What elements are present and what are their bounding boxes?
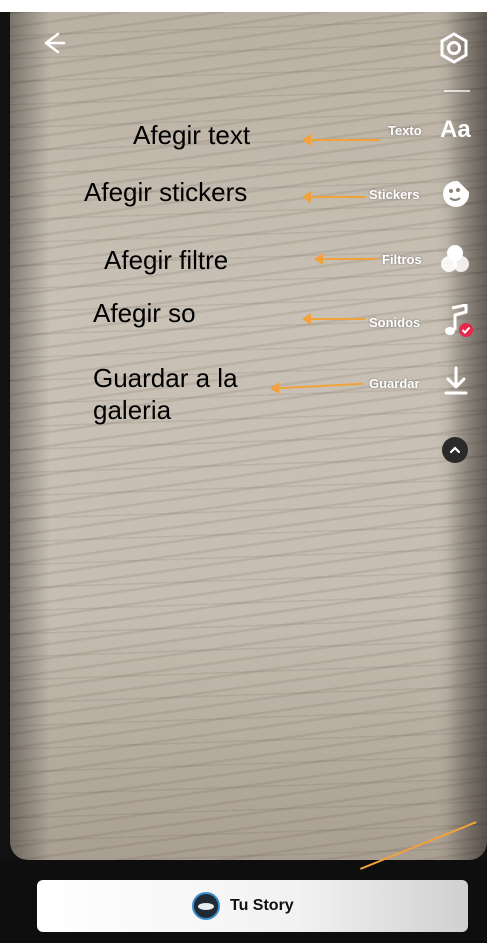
music-note-icon[interactable] [442, 303, 476, 345]
sticker-icon[interactable] [441, 179, 471, 214]
filters-icon[interactable] [439, 243, 471, 280]
your-story-button[interactable]: Tu Story [37, 880, 468, 932]
annotation-add-filter: Afegir filtre [104, 245, 229, 275]
annotation-add-text: Afegir text [133, 120, 251, 150]
app-frame: Texto Aa Stickers Filtros Sonidos Guarda… [0, 0, 487, 943]
menu-label-sonidos[interactable]: Sonidos [369, 315, 420, 330]
collapse-chevron-icon[interactable] [442, 437, 468, 463]
annotation-save-gallery: Guardar a la galeria [93, 363, 238, 425]
top-strip [0, 0, 487, 12]
avatar [192, 892, 220, 920]
menu-label-stickers[interactable]: Stickers [369, 187, 420, 202]
annotation-arrow [302, 191, 365, 203]
annotation-arrow [302, 313, 365, 325]
text-icon[interactable]: Aa [440, 116, 471, 144]
your-story-label: Tu Story [230, 897, 294, 914]
menu-label-guardar[interactable]: Guardar [369, 376, 420, 391]
annotation-arrow [314, 253, 377, 265]
back-arrow-icon[interactable] [38, 28, 68, 58]
annotation-add-sound: Afegir so [93, 298, 196, 328]
download-icon[interactable] [443, 366, 469, 401]
menu-divider [444, 90, 470, 92]
menu-label-texto[interactable]: Texto [388, 123, 422, 138]
annotation-arrow [302, 134, 380, 146]
annotation-add-stickers: Afegir stickers [84, 177, 248, 207]
menu-label-filtros[interactable]: Filtros [382, 252, 422, 267]
gear-icon[interactable] [436, 30, 472, 66]
